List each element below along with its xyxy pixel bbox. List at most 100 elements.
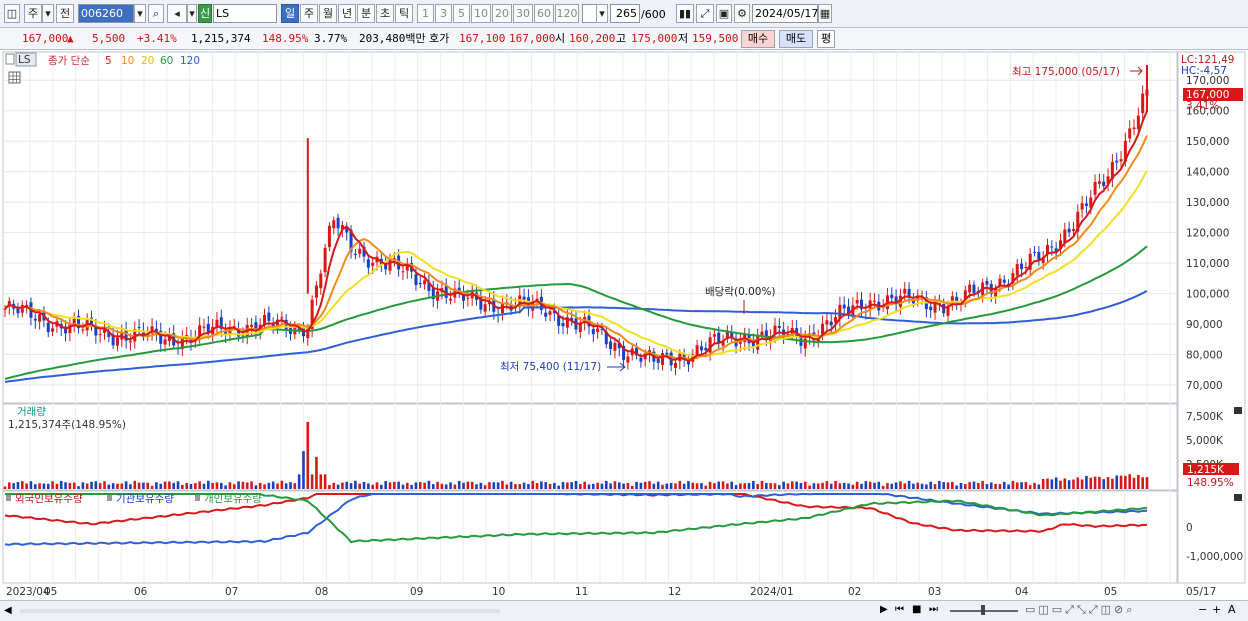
volume-bar: [579, 484, 582, 489]
candle-body: [319, 273, 323, 289]
volume-bar: [1059, 480, 1062, 489]
save-icon[interactable]: ▣: [716, 4, 732, 23]
scroll-left-icon[interactable]: ◀: [4, 605, 12, 616]
candle-body: [665, 352, 669, 355]
candle-body: [673, 362, 677, 369]
interval-30-button[interactable]: 30: [513, 4, 533, 23]
count-input[interactable]: 265: [610, 4, 640, 23]
volume-bar: [596, 482, 599, 489]
chart-menu-icon[interactable]: ◫: [4, 4, 20, 23]
candle-body: [353, 253, 357, 255]
view-tools-icon[interactable]: ▭◫▭⤢⤡⤢◫⊘⌕: [1025, 603, 1135, 617]
period-tick-tab[interactable]: 틱: [395, 4, 413, 23]
scroll-track[interactable]: [20, 609, 500, 613]
volume-bar: [479, 482, 483, 489]
average-button[interactable]: 평: [817, 30, 835, 48]
candle-body: [639, 357, 643, 362]
candle-body: [872, 300, 876, 302]
volume-bar: [328, 484, 331, 489]
volume-bar: [868, 481, 872, 489]
table-view-icon[interactable]: [8, 71, 21, 84]
holding-panel-close-icon[interactable]: [1234, 494, 1242, 501]
candle-body: [323, 247, 327, 273]
zoom-slider-handle[interactable]: [981, 605, 985, 615]
toolbar: ◫ 주 ▾ 전 006260 ▾ ⌕ ◂ ▾ 신 LS 일 주 월 년 분 초 …: [0, 0, 1248, 28]
rewind-icon[interactable]: ⏮: [895, 604, 904, 615]
type-select[interactable]: 주: [24, 4, 42, 23]
ma-title: 종가 단순: [48, 55, 90, 67]
zoom-in-icon[interactable]: +: [1212, 603, 1221, 616]
buy-button[interactable]: 매수: [741, 30, 775, 48]
candle-body: [825, 320, 829, 325]
volume-bar: [453, 484, 457, 489]
stop-icon[interactable]: ■: [912, 604, 921, 615]
interval-3-button[interactable]: 3: [435, 4, 452, 23]
calendar-icon[interactable]: ▦: [818, 4, 832, 23]
x-axis-label: 03: [928, 586, 941, 598]
x-axis-label: 12: [668, 586, 681, 598]
stock-name-field[interactable]: LS: [213, 4, 277, 23]
candle-body: [1119, 159, 1123, 162]
candle-body: [591, 329, 595, 335]
type-dropdown-icon[interactable]: ▾: [42, 4, 54, 23]
up-arrow-icon: ▲: [67, 32, 74, 45]
period-second-tab[interactable]: 초: [376, 4, 394, 23]
volume-bar: [12, 483, 15, 489]
candle-body: [449, 298, 453, 301]
period-week-tab[interactable]: 주: [300, 4, 318, 23]
period-year-tab[interactable]: 년: [338, 4, 356, 23]
search-icon[interactable]: ⌕: [148, 4, 164, 23]
period-minute-tab[interactable]: 분: [357, 4, 375, 23]
interval-20-button[interactable]: 20: [492, 4, 512, 23]
trade-amount: 203,480백만: [359, 32, 426, 45]
candle-body: [1080, 203, 1084, 210]
candle-body: [1102, 181, 1106, 186]
volume-bar: [1028, 485, 1032, 489]
candle-body: [483, 304, 487, 312]
volume-bar: [384, 481, 387, 489]
date-x-axis: 2023/0405 06 07 08 09 10 11 12 2024/01 02 03 04 05 05…: [6, 586, 1216, 598]
period-month-tab[interactable]: 월: [319, 4, 337, 23]
interval-dropdown-icon[interactable]: ▾: [596, 4, 608, 23]
candle-body: [855, 299, 859, 304]
volume-panel-close-icon[interactable]: [1234, 407, 1242, 414]
trend-tool-icon[interactable]: ⤢: [696, 4, 714, 23]
settings-gear-icon[interactable]: ⚙: [734, 4, 750, 23]
interval-10-button[interactable]: 10: [471, 4, 491, 23]
prev-button[interactable]: 전: [56, 4, 74, 23]
volume-bar: [289, 482, 292, 489]
zoom-out-icon[interactable]: −: [1198, 603, 1207, 616]
candle-body: [842, 304, 846, 309]
candle-body: [596, 328, 600, 333]
legend-institution: 기관보유수량: [116, 493, 174, 505]
volume-bar: [894, 482, 898, 489]
date-input[interactable]: 2024/05/17: [752, 4, 818, 23]
volume-bar: [669, 482, 673, 489]
speaker-dropdown-icon[interactable]: ▾: [187, 4, 197, 23]
candle-body: [1071, 229, 1075, 232]
code-input[interactable]: 006260: [78, 4, 134, 23]
volume-bar: [202, 483, 206, 489]
ma-5-label: 5: [105, 55, 112, 67]
panel-collapse-icon[interactable]: [5, 53, 15, 65]
interval-1-button[interactable]: 1: [417, 4, 434, 23]
volume-bar: [440, 483, 444, 489]
interval-120-button[interactable]: 120: [555, 4, 579, 23]
candle-body: [358, 248, 362, 254]
speaker-icon[interactable]: ◂: [167, 4, 187, 23]
interval-60-button[interactable]: 60: [534, 4, 554, 23]
candle-body: [418, 282, 422, 285]
volume-bar: [609, 483, 612, 489]
candle-type-icon[interactable]: ▮▮: [676, 4, 694, 23]
candle-body: [695, 345, 699, 356]
volume-bar: [509, 481, 513, 489]
scroll-right-icon[interactable]: ▶: [880, 604, 888, 615]
interval-5-button[interactable]: 5: [453, 4, 470, 23]
sell-button[interactable]: 매도: [779, 30, 813, 48]
x-axis-label: 05/17: [1186, 586, 1216, 598]
period-day-tab[interactable]: 일: [281, 4, 299, 23]
font-size-icon[interactable]: A: [1228, 603, 1236, 616]
low-label: 저: [678, 32, 689, 45]
code-dropdown-icon[interactable]: ▾: [134, 4, 146, 23]
forward-icon[interactable]: ⏭: [929, 604, 938, 615]
